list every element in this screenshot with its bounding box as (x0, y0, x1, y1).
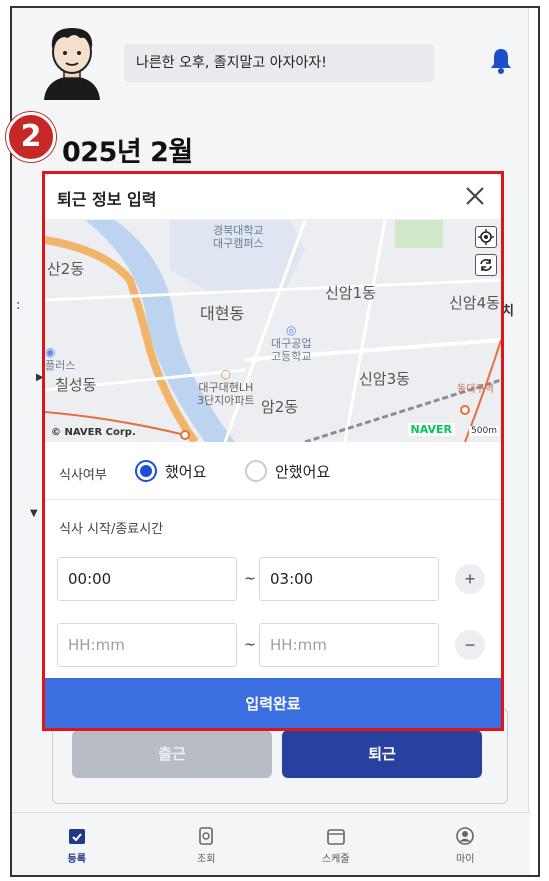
naver-logo: NAVER (407, 423, 455, 436)
submit-button[interactable]: 입력완료 (45, 678, 501, 728)
nav-item-lookup[interactable]: 조회 (142, 813, 272, 875)
document-search-icon (199, 827, 214, 845)
meal-start-time-1[interactable] (57, 557, 237, 601)
map-label: 신암1동 (325, 284, 376, 302)
meal-end-time-1[interactable] (259, 557, 439, 601)
school-icon: ◎ (286, 323, 297, 337)
map-label-lh: 대구대현LH 3단지아파트 (197, 381, 255, 407)
map-label: 신암3동 (359, 370, 410, 388)
map-scale: 500m (469, 426, 499, 436)
step-badge: 2 (6, 112, 56, 162)
app-header: 나른한 오후, 졸지말고 아자아자! (12, 8, 530, 108)
greeting-banner: 나른한 오후, 졸지말고 아자아자! (124, 44, 434, 82)
nav-label: 조회 (197, 854, 216, 865)
map-label-plus: 플러스 (45, 359, 76, 372)
map-label: ○ 대구대현LH 3단지아파트 (197, 367, 255, 408)
remove-time-button[interactable]: − (455, 630, 485, 660)
meal-yes-label: 했어요 (165, 462, 207, 481)
bottom-nav: 등록 조회 스케줄 마이 (12, 812, 531, 875)
meal-no-label: 안했어요 (275, 462, 331, 481)
meal-time-label: 식사 시작/종료시간 (59, 522, 164, 537)
map-label: 산2동 (47, 260, 85, 278)
map-label: ◎ 대구공업 고등학교 (271, 323, 312, 364)
month-title: 025년 2월 (62, 137, 193, 168)
meal-yes-radio[interactable]: 했어요 (135, 460, 206, 482)
checkout-button[interactable]: 퇴근 (282, 730, 482, 778)
add-time-button[interactable]: + (455, 564, 485, 594)
avatar[interactable] (38, 20, 106, 100)
refresh-icon (480, 259, 492, 271)
bell-icon[interactable] (488, 46, 514, 74)
check-calendar-icon (68, 829, 85, 844)
map-view[interactable]: 경북대학교 대구캠퍼스 산2동 대현동 신암1동 신암4동 ◎ 대구공업 고등학… (45, 220, 501, 442)
meal-no-radio[interactable]: 안했어요 (245, 460, 330, 482)
map-label: 신암4동 (449, 294, 500, 312)
map-label: ◉ 플러스 (45, 345, 76, 373)
close-icon[interactable] (463, 184, 487, 208)
user-icon (456, 827, 475, 845)
store-icon: ◉ (45, 345, 56, 359)
map-label: 대현동 (200, 304, 245, 323)
map-label: 칠성동 (55, 376, 97, 394)
nav-label: 등록 (67, 854, 86, 865)
radio-unchecked-icon (245, 460, 267, 482)
meal-start-time-2[interactable] (57, 623, 237, 667)
background-fragment: : (16, 298, 21, 313)
map-label: 경북대학교 대구캠퍼스 (213, 224, 264, 250)
radio-checked-icon (135, 460, 157, 482)
nav-label: 마이 (456, 854, 475, 865)
time-separator: ~ (244, 571, 256, 587)
modal-title: 퇴근 정보 입력 (57, 190, 157, 209)
apartment-icon: ○ (220, 367, 232, 381)
refresh-map-button[interactable] (475, 254, 497, 276)
time-separator: ~ (244, 637, 256, 653)
nav-item-register[interactable]: 등록 (12, 813, 142, 875)
scrollbar[interactable] (528, 8, 538, 875)
current-location-button[interactable] (475, 226, 497, 248)
calendar-icon (326, 829, 345, 845)
nav-item-schedule[interactable]: 스케줄 (271, 813, 401, 875)
target-icon (478, 229, 494, 245)
map-label-school: 대구공업 고등학교 (271, 337, 312, 363)
checkout-info-modal: 퇴근 정보 입력 경북대학교 대구캠퍼스 산2동 대현동 신암1동 신암4동 ◎… (42, 171, 504, 731)
meal-end-time-2[interactable] (259, 623, 439, 667)
collapse-arrow-icon[interactable]: ▼ (30, 508, 38, 519)
nav-item-my[interactable]: 마이 (401, 813, 531, 875)
checkin-button[interactable]: 출근 (72, 730, 272, 778)
meal-label: 식사여부 (59, 468, 107, 483)
nav-label: 스케줄 (321, 854, 350, 865)
map-label: 동대구역 (457, 384, 494, 395)
map-attribution: © NAVER Corp. (51, 427, 136, 438)
map-label: 암2동 (261, 398, 299, 416)
map-label-campus: 경북대학교 대구캠퍼스 (213, 224, 264, 250)
modal-header: 퇴근 정보 입력 (45, 174, 501, 220)
meal-row: 식사여부 했어요 안했어요 (45, 442, 501, 500)
